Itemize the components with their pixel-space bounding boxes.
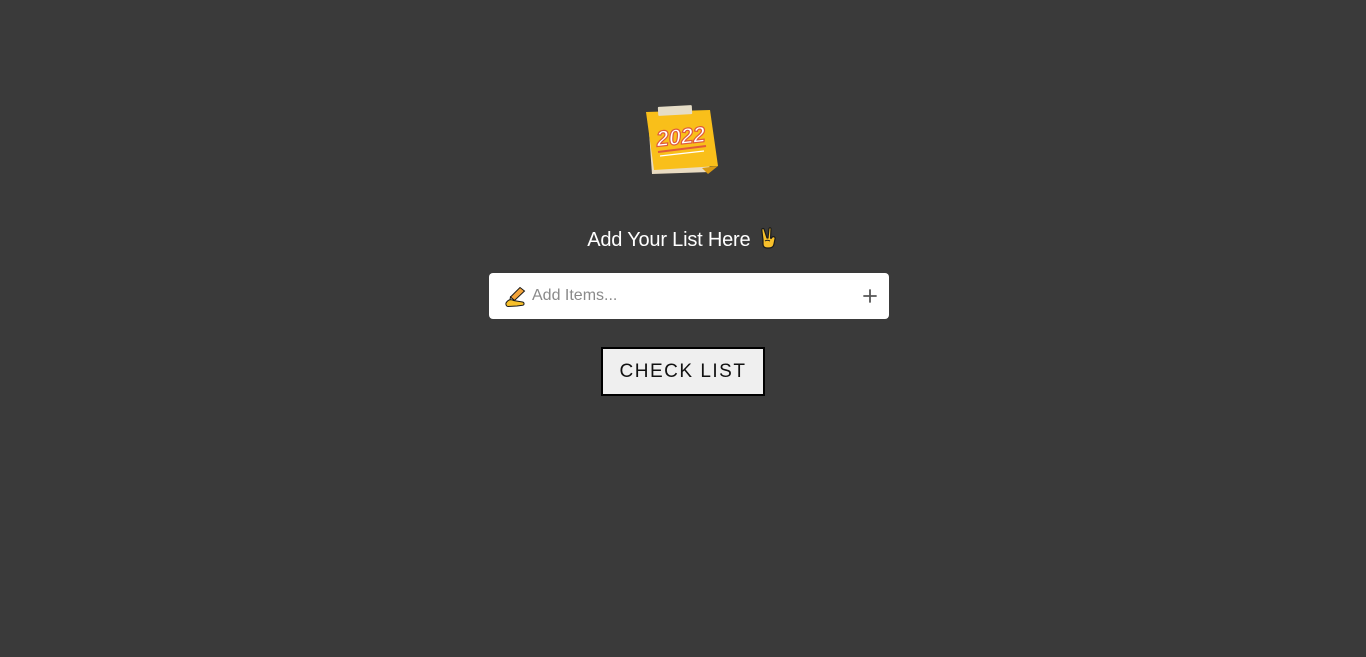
plus-icon[interactable] [863,289,877,303]
note-tape [657,105,693,116]
writing-hand-icon [505,286,526,307]
heading-text: Add Your List Here [587,229,751,251]
page-heading: Add Your List Here [0,226,1366,254]
check-list-button[interactable]: CHECK LIST [601,347,765,396]
victory-hand-icon [760,227,776,249]
sticky-note-2022-icon: 2022 [646,105,718,174]
add-items-input[interactable] [532,281,832,311]
add-item-field [489,273,889,319]
page: 2022 Add Your List Here CHECK LIST [0,0,1366,657]
